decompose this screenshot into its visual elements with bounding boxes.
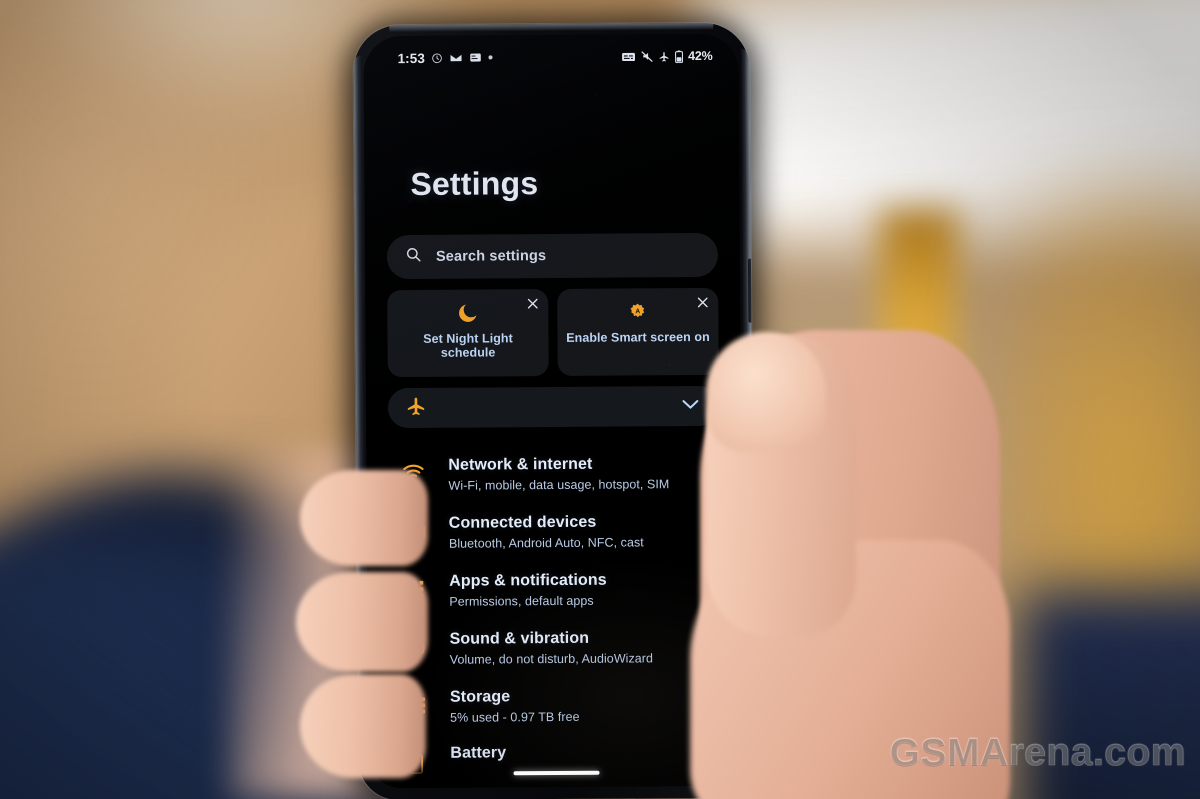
hand-finger-index bbox=[300, 470, 428, 566]
status-bar: 1:53 42% bbox=[363, 34, 738, 81]
settings-item-title: Apps & notifications bbox=[449, 571, 607, 590]
airplane-mode-row[interactable] bbox=[387, 385, 720, 429]
photo-scene: 1:53 42% Settings Search settings Set Ni… bbox=[0, 0, 1200, 799]
background-jeans-right bbox=[1020, 590, 1200, 799]
search-placeholder: Search settings bbox=[435, 248, 547, 265]
suggestion-label: Enable Smart screen on bbox=[566, 329, 710, 345]
hand-thumb-tip bbox=[706, 332, 826, 452]
auto-brightness-icon: A bbox=[628, 298, 647, 324]
clock-alarm-icon bbox=[432, 52, 443, 63]
suggestion-cards: Set Night Light schedule A Enable Smart … bbox=[387, 287, 719, 378]
settings-item-title: Storage bbox=[449, 688, 511, 706]
airplane-icon bbox=[406, 395, 426, 420]
settings-item-subtitle: 5% used - 0.97 TB free bbox=[450, 709, 580, 725]
dot-indicator-icon bbox=[488, 55, 493, 60]
settings-item-text: Connected devices Bluetooth, Android Aut… bbox=[448, 513, 644, 551]
phone-screen: 1:53 42% Settings Search settings Set Ni… bbox=[363, 33, 744, 789]
status-bar-right: 42% bbox=[621, 49, 713, 64]
settings-item-subtitle: Wi-Fi, mobile, data usage, hotspot, SIM bbox=[448, 477, 670, 493]
vibrate-mute-icon bbox=[640, 50, 653, 62]
page-title: Settings bbox=[410, 165, 539, 202]
settings-item-text: Storage 5% used - 0.97 TB free bbox=[449, 688, 580, 725]
settings-item-title: Connected devices bbox=[448, 513, 597, 532]
search-input[interactable]: Search settings bbox=[386, 232, 719, 280]
settings-item-title: Sound & vibration bbox=[449, 629, 590, 648]
suggestion-card-smart-screen[interactable]: A Enable Smart screen on bbox=[557, 287, 719, 376]
settings-item-title: Battery bbox=[450, 744, 507, 762]
airplane-mode-icon bbox=[658, 51, 669, 62]
chevron-down-icon[interactable] bbox=[682, 397, 699, 415]
settings-item-text: Sound & vibration Volume, do not disturb… bbox=[449, 629, 654, 667]
settings-content: Settings Search settings Set Night Light… bbox=[364, 78, 744, 789]
svg-text:A: A bbox=[635, 308, 640, 315]
hand-finger-ring bbox=[300, 674, 426, 778]
settings-item-subtitle: Permissions, default apps bbox=[449, 593, 594, 609]
settings-item-text: Battery bbox=[450, 744, 506, 762]
close-icon[interactable] bbox=[694, 294, 710, 310]
status-bar-left: 1:53 bbox=[397, 50, 493, 66]
settings-item-subtitle: Volume, do not disturb, AudioWizard bbox=[449, 651, 654, 667]
settings-item-title: Network & internet bbox=[448, 455, 593, 474]
moon-icon bbox=[456, 300, 479, 326]
captions-icon bbox=[621, 51, 635, 62]
search-icon bbox=[405, 246, 422, 268]
settings-item-text: Network & internet Wi-Fi, mobile, data u… bbox=[448, 455, 669, 493]
battery-icon bbox=[674, 49, 683, 63]
settings-item-text: Apps & notifications Permissions, defaul… bbox=[449, 572, 607, 609]
settings-item-subtitle: Bluetooth, Android Auto, NFC, cast bbox=[448, 535, 644, 551]
suggestion-label: Set Night Light schedule bbox=[423, 331, 513, 360]
phone-frame-top bbox=[389, 22, 714, 33]
gmail-icon bbox=[450, 53, 463, 63]
suggestion-card-night-light[interactable]: Set Night Light schedule bbox=[387, 289, 549, 378]
home-gesture-pill[interactable] bbox=[513, 770, 600, 776]
card-icon bbox=[470, 52, 482, 62]
close-icon[interactable] bbox=[524, 295, 540, 311]
status-bar-clock: 1:53 bbox=[397, 50, 426, 66]
hand-finger-middle bbox=[296, 572, 428, 672]
battery-percentage: 42% bbox=[688, 48, 713, 64]
